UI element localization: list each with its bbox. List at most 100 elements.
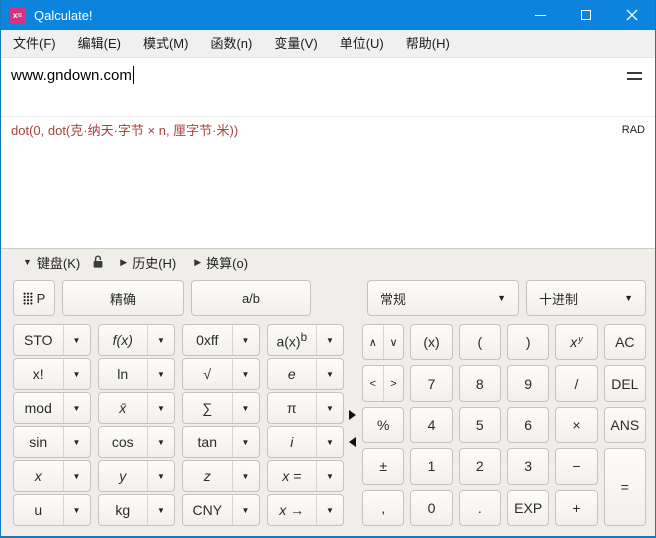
dropdown-arrow-icon[interactable]: ▼ (316, 427, 343, 457)
dropdown-arrow-icon[interactable]: ▼ (147, 325, 174, 355)
key-plus-minus[interactable]: ± (362, 448, 405, 485)
dropdown-arrow-icon[interactable]: ▼ (147, 359, 174, 389)
key-0xff[interactable]: 0xff ▼ (182, 324, 260, 356)
dropdown-arrow-icon[interactable]: ▼ (316, 495, 343, 525)
key-main[interactable]: a(x)b (268, 325, 317, 355)
keypad-lock-toggle[interactable] (92, 255, 104, 269)
dropdown-arrow-icon[interactable]: ▼ (231, 495, 259, 525)
key-euler-e[interactable]: e ▼ (266, 358, 344, 390)
key-digit-2[interactable]: 2 (458, 448, 501, 485)
menu-mode[interactable]: 模式(M) (132, 30, 200, 57)
key-main[interactable]: π (268, 393, 317, 423)
dropdown-arrow-icon[interactable]: ▼ (62, 427, 90, 457)
key-x-to[interactable]: x → ▼ (266, 494, 344, 526)
dropdown-arrow-icon[interactable]: ▼ (231, 325, 259, 355)
menu-functions[interactable]: 函数(n) (199, 30, 263, 57)
key-sto[interactable]: STO ▼ (13, 324, 91, 356)
key-left[interactable]: < (363, 366, 383, 400)
key-factorial[interactable]: x! ▼ (13, 358, 91, 390)
dropdown-arrow-icon[interactable]: ▼ (316, 325, 343, 355)
key-mod[interactable]: mod ▼ (13, 392, 91, 424)
key-sum[interactable]: ∑ ▼ (182, 392, 260, 424)
dropdown-arrow-icon[interactable]: ▼ (147, 495, 174, 525)
key-digit-4[interactable]: 4 (410, 406, 453, 444)
key-multiply[interactable]: × (555, 406, 598, 444)
menu-units[interactable]: 单位(U) (329, 30, 395, 57)
key-sin[interactable]: sin ▼ (13, 426, 91, 458)
key-main[interactable]: ∑ (183, 393, 232, 423)
menu-help[interactable]: 帮助(H) (395, 30, 461, 57)
key-main[interactable]: e (268, 359, 317, 389)
dropdown-arrow-icon[interactable]: ▼ (147, 461, 174, 491)
key-digit-6[interactable]: 6 (506, 406, 550, 444)
key-main[interactable]: STO (14, 325, 63, 355)
key-main[interactable]: cos (99, 427, 148, 457)
expression-input[interactable]: www.gndown.com (1, 58, 655, 116)
key-main[interactable]: x = (268, 461, 317, 491)
tab-convert[interactable]: ▶ 换算(o) (194, 253, 248, 272)
key-imaginary-i[interactable]: i ▼ (266, 426, 344, 458)
dropdown-arrow-icon[interactable]: ▼ (62, 393, 90, 423)
menu-edit[interactable]: 编辑(E) (67, 30, 132, 57)
key-f-of-x[interactable]: f(x) ▼ (97, 324, 175, 356)
key-var-x[interactable]: x ▼ (13, 460, 91, 492)
key-ac[interactable]: AC (603, 324, 646, 361)
key-cos[interactable]: cos ▼ (97, 426, 175, 458)
key-digit-5[interactable]: 5 (458, 406, 501, 444)
key-minus[interactable]: − (555, 448, 598, 485)
key-currency-cny[interactable]: CNY ▼ (182, 494, 260, 526)
key-digit-7[interactable]: 7 (410, 365, 453, 402)
tab-history[interactable]: ▶ 历史(H) (120, 253, 176, 272)
key-percent[interactable]: % (362, 406, 405, 444)
tab-keyboard[interactable]: ▼ 键盘(K) (23, 253, 80, 272)
programming-keypad-button[interactable]: P (13, 280, 55, 316)
minimize-button[interactable] (517, 0, 563, 30)
key-digit-1[interactable]: 1 (410, 448, 453, 485)
fraction-mode-button[interactable]: a/b (191, 280, 311, 316)
key-up[interactable]: ∧ (363, 325, 383, 359)
key-var-y[interactable]: y ▼ (97, 460, 175, 492)
key-main[interactable]: 0xff (183, 325, 232, 355)
key-main[interactable]: mod (14, 393, 63, 423)
menu-variables[interactable]: 变量(V) (263, 30, 328, 57)
dropdown-arrow-icon[interactable]: ▼ (62, 359, 90, 389)
key-main[interactable]: x! (14, 359, 63, 389)
key-comma[interactable]: , (362, 489, 405, 526)
dropdown-arrow-icon[interactable]: ▼ (231, 359, 259, 389)
key-pi[interactable]: π ▼ (266, 392, 344, 424)
key-unit-kg[interactable]: kg ▼ (97, 494, 175, 526)
key-main[interactable]: i (268, 427, 317, 457)
key-main[interactable]: CNY (183, 495, 232, 525)
dropdown-arrow-icon[interactable]: ▼ (147, 393, 174, 423)
maximize-button[interactable] (563, 0, 609, 30)
key-main[interactable]: x → (268, 495, 317, 525)
key-main[interactable]: f(x) (99, 325, 148, 355)
menu-file[interactable]: 文件(F) (2, 30, 67, 57)
key-x-equals[interactable]: x = ▼ (266, 460, 344, 492)
key-open-paren[interactable]: ( (458, 324, 501, 361)
key-sqrt[interactable]: √ ▼ (182, 358, 260, 390)
key-main[interactable]: u (14, 495, 63, 525)
dropdown-arrow-icon[interactable]: ▼ (62, 461, 90, 491)
key-main[interactable]: ln (99, 359, 148, 389)
key-plus[interactable]: + (555, 489, 598, 526)
key-digit-0[interactable]: 0 (410, 489, 453, 526)
key-main[interactable]: kg (99, 495, 148, 525)
key-digit-8[interactable]: 8 (458, 365, 501, 402)
key-unit-u[interactable]: u ▼ (13, 494, 91, 526)
dropdown-arrow-icon[interactable]: ▼ (316, 461, 343, 491)
history-area[interactable] (1, 142, 655, 248)
key-down[interactable]: ∨ (382, 325, 404, 360)
key-main[interactable]: y (99, 461, 148, 491)
key-divide[interactable]: / (555, 365, 598, 402)
dropdown-arrow-icon[interactable]: ▼ (147, 427, 174, 457)
key-ans[interactable]: ANS (603, 406, 646, 444)
expand-right-icon[interactable] (348, 410, 356, 420)
key-x-pow-y[interactable]: xy (555, 324, 598, 361)
dropdown-arrow-icon[interactable]: ▼ (316, 359, 343, 389)
dropdown-arrow-icon[interactable]: ▼ (316, 393, 343, 423)
key-main[interactable]: √ (183, 359, 232, 389)
key-main[interactable]: x (14, 461, 63, 491)
number-base-select[interactable]: 十进制 ▼ (526, 280, 646, 316)
key-ln[interactable]: ln ▼ (97, 358, 175, 390)
